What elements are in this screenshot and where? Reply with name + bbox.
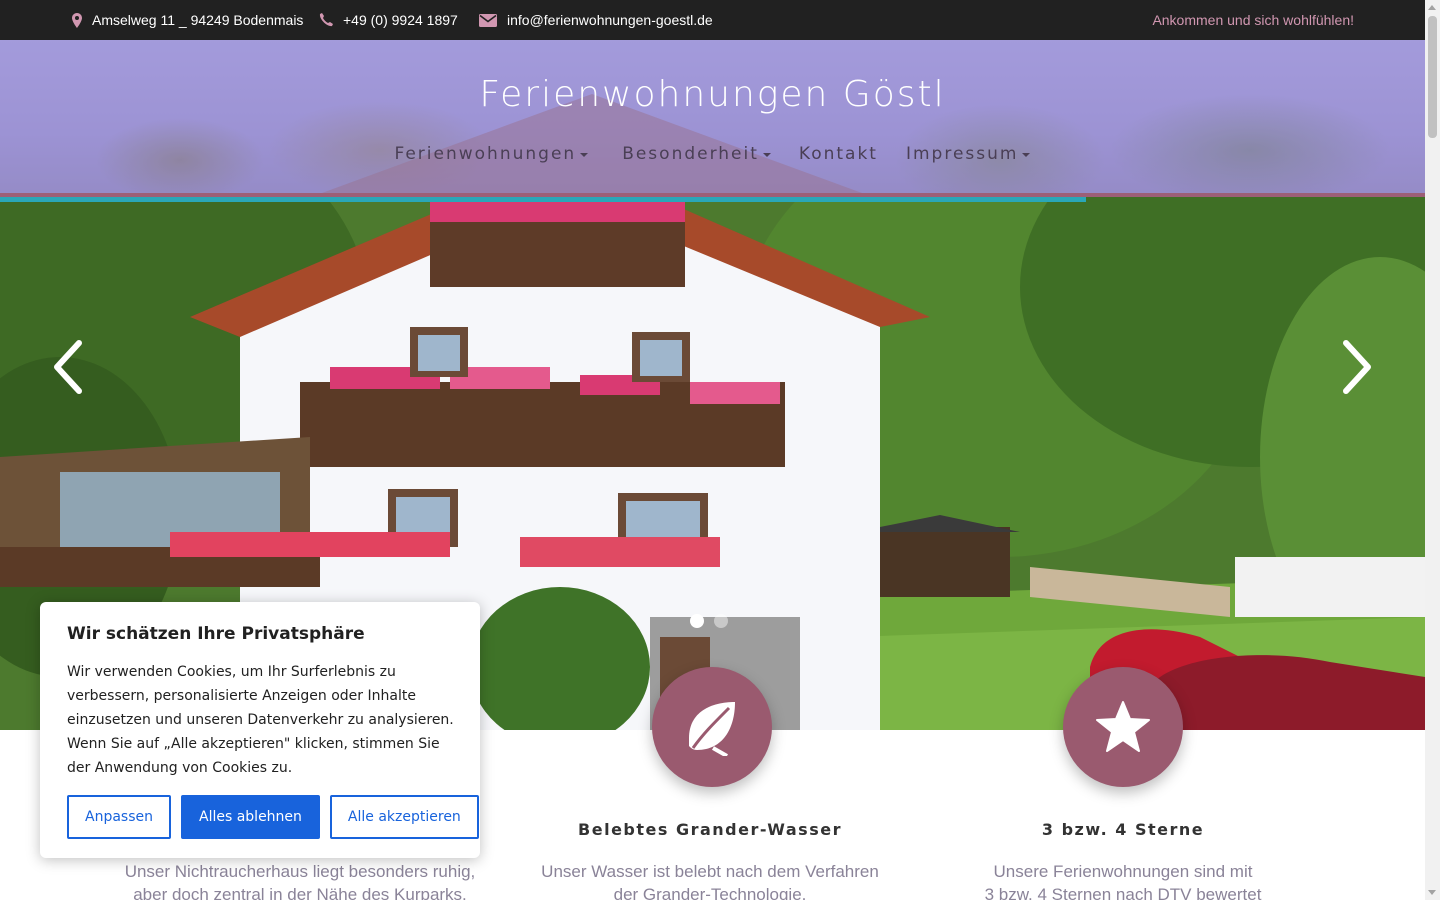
feature-text-stars: Unsere Ferienwohnungen sind mit 3 bzw. 4… xyxy=(933,860,1313,900)
nav-label: Besonderheit xyxy=(622,144,759,164)
leaf-icon xyxy=(689,702,735,756)
page-scrollbar[interactable] xyxy=(1425,0,1440,900)
slider-progress-bar xyxy=(0,197,1086,202)
cookie-banner-buttons: Anpassen Alles ablehnen Alle akzeptieren xyxy=(67,795,479,839)
chevron-right-icon xyxy=(1343,340,1371,394)
slider-dot-2[interactable] xyxy=(714,614,728,628)
scroll-down-arrow-icon[interactable] xyxy=(1428,890,1436,895)
phone-item[interactable]: +49 (0) 9924 1897 xyxy=(319,0,458,40)
star-icon xyxy=(1096,701,1150,752)
feature-title-stars: 3 bzw. 4 Sterne xyxy=(1041,820,1205,839)
cookie-reject-button[interactable]: Alles ablehnen xyxy=(181,795,320,839)
scroll-up-arrow-icon[interactable] xyxy=(1428,5,1436,10)
site-title[interactable]: Ferienwohnungen Göstl xyxy=(0,74,1425,115)
caret-down-icon xyxy=(1022,153,1031,157)
top-bar: Amselweg 11 _ 94249 Bodenmais +49 (0) 99… xyxy=(0,0,1425,40)
cookie-consent-banner: Wir schätzen Ihre Privatsphäre Wir verwe… xyxy=(40,602,480,858)
site-header: Ferienwohnungen Göstl Ferienwohnungen Be… xyxy=(0,40,1425,197)
feature-text-grander: Unser Wasser ist belebt nach dem Verfahr… xyxy=(520,860,900,900)
nav-item-ferienwohnungen[interactable]: Ferienwohnungen xyxy=(395,144,589,164)
slider-prev-button[interactable] xyxy=(47,337,87,397)
slider-dot-1[interactable] xyxy=(690,614,704,628)
scrollbar-thumb[interactable] xyxy=(1428,16,1437,138)
nav-item-kontakt[interactable]: Kontakt xyxy=(799,144,878,164)
cookie-banner-text: Wir verwenden Cookies, um Ihr Surferlebn… xyxy=(67,664,454,776)
feature-text-line: der Grander-Technologie. xyxy=(613,885,807,900)
feature-text-quiet: Unser Nichtraucherhaus liegt besonders r… xyxy=(110,860,490,900)
caret-down-icon xyxy=(762,153,771,157)
slider-dots xyxy=(690,614,728,628)
nav-item-besonderheit[interactable]: Besonderheit xyxy=(622,144,771,164)
feature-text-line: aber doch zentral in der Nähe des Kurpar… xyxy=(133,885,467,900)
slider-next-button[interactable] xyxy=(1338,337,1378,397)
main-nav: Ferienwohnungen Besonderheit Kontakt Imp… xyxy=(0,144,1425,164)
nav-label: Ferienwohnungen xyxy=(394,144,577,164)
cookie-banner-title: Wir schätzen Ihre Privatsphäre xyxy=(67,624,365,644)
address-text: Amselweg 11 _ 94249 Bodenmais xyxy=(92,12,304,28)
phone-icon xyxy=(319,13,333,27)
feature-grander-icon-circle xyxy=(652,667,772,787)
cookie-customize-button[interactable]: Anpassen xyxy=(67,795,171,839)
nav-label: Kontakt xyxy=(798,144,878,164)
feature-text-line: Unsere Ferienwohnungen sind mit xyxy=(993,862,1253,881)
address-item: Amselweg 11 _ 94249 Bodenmais xyxy=(72,0,303,40)
feature-stars-icon-circle xyxy=(1063,667,1183,787)
header-overlay xyxy=(0,40,1425,197)
cookie-accept-button[interactable]: Alle akzeptieren xyxy=(329,795,479,839)
tagline: Ankommen und sich wohlfühlen! xyxy=(1152,12,1354,28)
feature-title-grander: Belebtes Grander-Wasser xyxy=(578,820,842,839)
email-text[interactable]: info@ferienwohnungen-goestl.de xyxy=(507,12,713,28)
chevron-left-icon xyxy=(54,340,82,394)
nav-item-impressum[interactable]: Impressum xyxy=(906,144,1031,164)
feature-text-line: Unser Wasser ist belebt nach dem Verfahr… xyxy=(541,862,879,881)
map-pin-icon xyxy=(72,12,82,28)
nav-label: Impressum xyxy=(905,144,1019,164)
envelope-icon xyxy=(479,13,497,27)
feature-text-line: 3 bzw. 4 Sternen nach DTV bewertet xyxy=(984,885,1262,900)
phone-text[interactable]: +49 (0) 9924 1897 xyxy=(343,12,458,28)
feature-text-line: Unser Nichtraucherhaus liegt besonders r… xyxy=(124,862,476,881)
caret-down-icon xyxy=(580,153,589,157)
email-item[interactable]: info@ferienwohnungen-goestl.de xyxy=(479,0,713,40)
